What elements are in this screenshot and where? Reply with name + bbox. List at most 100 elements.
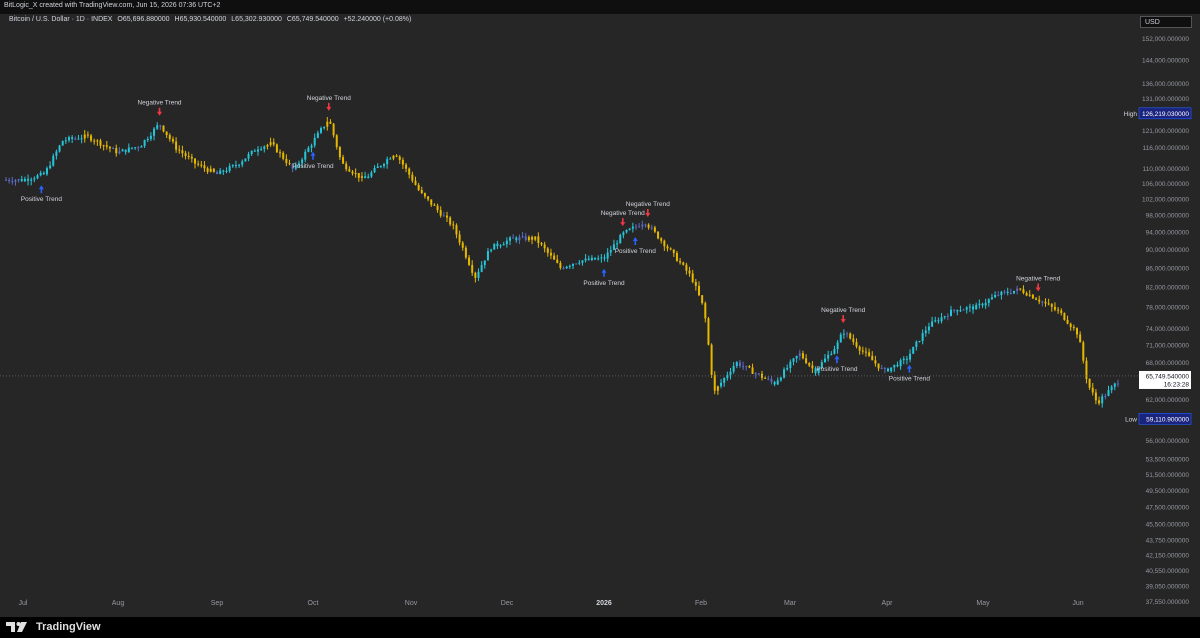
x-tick-label: Oct — [308, 600, 319, 607]
price-bar — [1076, 328, 1078, 335]
price-bar — [241, 161, 244, 165]
price-bar — [14, 180, 17, 182]
price-bar — [858, 346, 861, 351]
price-bar — [165, 131, 168, 136]
price-bar — [738, 362, 741, 367]
up-arrow-icon — [601, 268, 607, 277]
price-bar — [846, 333, 849, 335]
price-bar — [735, 362, 738, 366]
price-bar — [631, 226, 634, 229]
price-bar — [890, 367, 893, 372]
price-bar — [682, 262, 685, 265]
price-bar — [282, 152, 285, 159]
price-bar — [1041, 301, 1044, 303]
price-bar — [90, 135, 93, 141]
price-bar — [146, 138, 149, 141]
price-bar — [628, 228, 631, 230]
price-bar — [801, 353, 804, 359]
price-bar — [197, 163, 200, 165]
price-bar — [206, 168, 209, 172]
price-bar — [1009, 292, 1012, 294]
price-bar — [121, 149, 124, 152]
currency-selector[interactable]: USD — [1140, 16, 1192, 28]
x-tick-label: Feb — [695, 600, 707, 607]
price-bar — [990, 297, 993, 300]
price-bar — [39, 172, 42, 176]
price-bar — [499, 245, 502, 247]
price-bar — [880, 368, 883, 370]
price-bar — [650, 227, 653, 229]
price-bar — [80, 138, 83, 140]
price-bar — [266, 144, 269, 147]
price-bar — [288, 163, 291, 165]
price-bar — [348, 169, 351, 172]
price-bar — [250, 150, 253, 155]
price-bar — [852, 338, 855, 342]
tradingview-brand[interactable]: TradingView — [6, 621, 101, 633]
x-tick-label: Nov — [405, 600, 418, 607]
price-bar — [1044, 301, 1047, 304]
price-bar — [905, 358, 908, 360]
price-bar — [553, 255, 556, 260]
ohlc-low: L65,302.930000 — [231, 16, 282, 23]
price-bar — [984, 302, 987, 306]
price-bar — [464, 247, 467, 258]
positive-trend-label: Positive Trend — [816, 366, 858, 373]
price-bar — [127, 147, 130, 153]
price-bar — [893, 364, 896, 368]
price-bar — [789, 361, 792, 368]
price-bar — [124, 149, 127, 153]
price-bar — [458, 234, 461, 243]
negative-trend-label: Negative Trend — [307, 95, 351, 102]
price-bar — [1060, 310, 1063, 313]
price-bar — [584, 258, 587, 261]
price-bar — [972, 306, 975, 310]
price-bar — [899, 360, 902, 367]
price-bar — [395, 155, 398, 157]
price-bar — [540, 243, 543, 245]
price-bar — [1057, 309, 1060, 311]
price-bar — [792, 358, 795, 362]
price-bar — [842, 333, 845, 335]
y-tick-label: 51,500.000000 — [1146, 472, 1190, 479]
price-bar — [644, 224, 647, 226]
up-arrow-icon — [38, 185, 44, 194]
price-bar — [433, 204, 436, 206]
price-bar — [1107, 390, 1110, 396]
price-bar — [354, 172, 357, 174]
price-chart[interactable]: 152,000.000000 144,000.000000 136,000.0000… — [0, 0, 1200, 617]
price-bar — [864, 351, 867, 353]
price-bar — [477, 271, 480, 278]
price-bar — [912, 346, 915, 354]
price-bar — [1094, 392, 1097, 401]
price-bar — [118, 151, 121, 154]
y-tick-label: 98,000.000000 — [1146, 213, 1190, 220]
price-bar — [238, 164, 241, 166]
price-bar — [669, 248, 672, 250]
y-tick-label: 90,000.000000 — [1146, 247, 1190, 254]
price-bar — [156, 125, 159, 129]
price-bar — [572, 263, 574, 266]
price-bar — [568, 265, 571, 267]
price-bar — [386, 159, 389, 165]
price-bar — [20, 179, 23, 182]
symbol-title[interactable]: Bitcoin / U.S. Dollar · 1D · INDEX — [9, 16, 112, 23]
down-arrow-icon — [840, 315, 846, 324]
price-bar — [184, 153, 187, 157]
price-bar — [439, 210, 442, 216]
price-bar — [527, 237, 530, 241]
price-bar — [257, 149, 259, 152]
y-tick-label: 116,000.000000 — [1142, 145, 1189, 152]
price-bar — [833, 349, 836, 354]
price-bar — [1000, 291, 1003, 296]
price-bar — [480, 265, 483, 272]
price-bar — [137, 147, 140, 149]
price-bar — [776, 380, 779, 385]
ohlc-high: H65,930.540000 — [174, 16, 227, 23]
price-bar — [234, 165, 237, 167]
x-tick-label: Sep — [211, 600, 224, 607]
price-bar — [600, 257, 603, 259]
y-tick-label: 102,000.000000 — [1142, 197, 1189, 204]
price-bar — [408, 168, 411, 175]
price-bar — [449, 217, 452, 225]
